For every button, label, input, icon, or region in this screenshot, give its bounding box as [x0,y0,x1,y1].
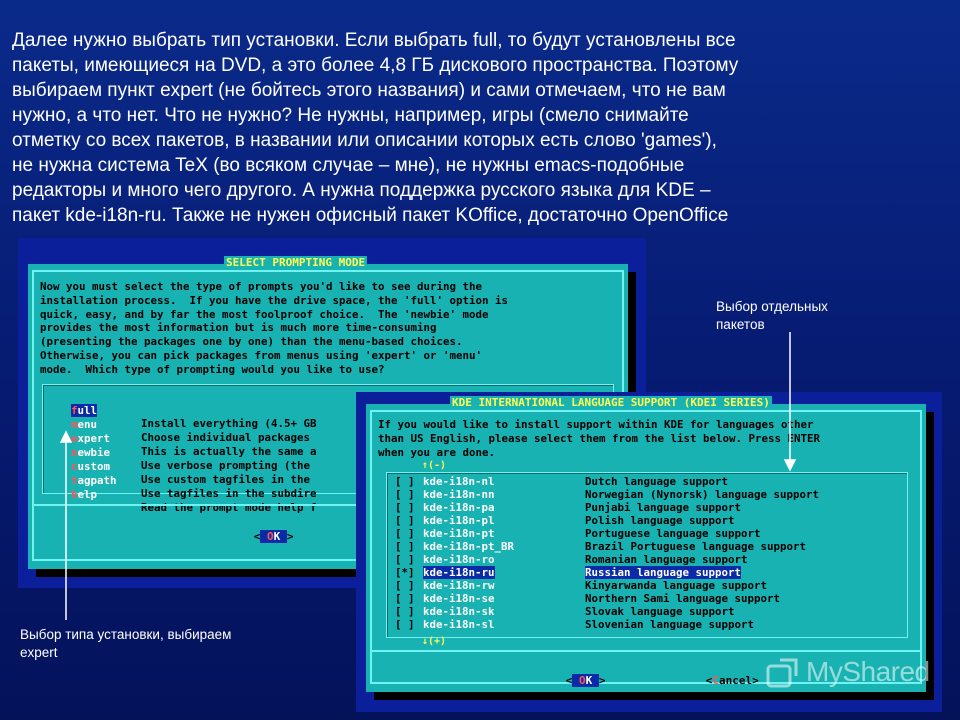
packages-annotation: Выбор отдельных пакетов [716,299,828,332]
arrow-to-packages [783,332,797,472]
annotation-arrows [59,332,797,620]
arrow-to-expert [59,430,73,620]
watermark-text: MyShared [806,656,930,687]
mode-annotation: Выбор типа установки, выбираем expert [20,627,232,660]
watermark-logo-icon [766,658,798,688]
